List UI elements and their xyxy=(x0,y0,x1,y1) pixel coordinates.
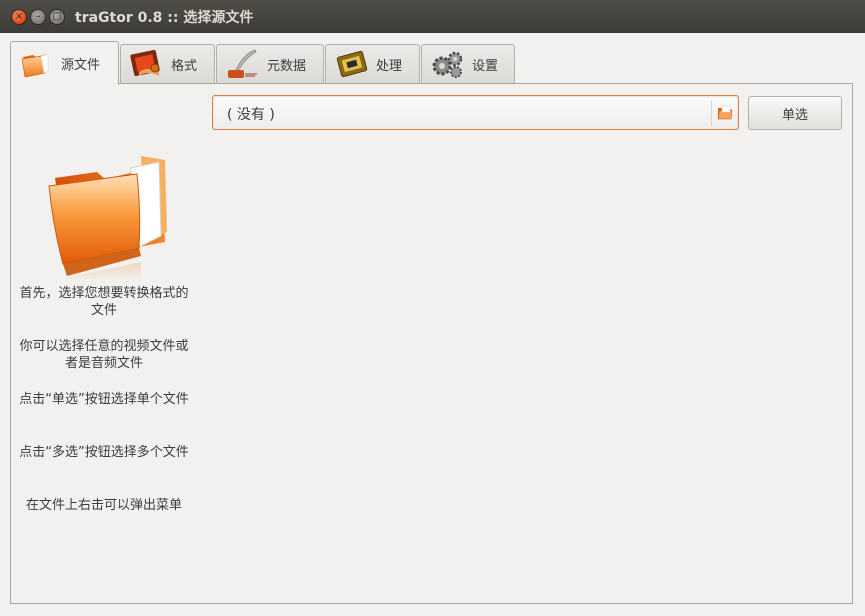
gears-icon xyxy=(432,51,463,78)
tab-metadata-label: 元数据 xyxy=(267,58,307,74)
tab-metadata[interactable]: 元数据 xyxy=(216,44,324,83)
entry-separator xyxy=(711,100,712,126)
help-text-2: 你可以选择任意的视频文件或者是音频文件 xyxy=(19,339,189,371)
help-text-1: 首先，选择您想要转换格式的文件 xyxy=(19,286,189,318)
close-button[interactable]: × xyxy=(11,9,27,25)
chip-icon xyxy=(336,50,368,78)
help-text-5: 在文件上右击可以弹出菜单 xyxy=(25,498,182,513)
help-text-4: 点击“多选”按钮选择多个文件 xyxy=(19,445,189,460)
single-select-button[interactable]: 单选 xyxy=(748,96,842,130)
minimize-button[interactable]: – xyxy=(30,9,46,25)
open-folder-icon[interactable] xyxy=(716,104,734,122)
maximize-button[interactable]: □ xyxy=(49,9,65,25)
tab-source[interactable]: 源文件 xyxy=(10,41,119,85)
tab-process[interactable]: 处理 xyxy=(325,44,420,83)
tab-settings[interactable]: 设置 xyxy=(421,44,515,83)
close-icon: × xyxy=(14,11,24,22)
file-chooser-value: ( 没有 ) xyxy=(227,107,275,123)
help-text-3: 点击“单选”按钮选择单个文件 xyxy=(19,392,189,407)
maximize-icon: □ xyxy=(52,11,62,22)
file-chooser-entry[interactable]: ( 没有 ) xyxy=(212,95,739,130)
tab-settings-label: 设置 xyxy=(472,58,499,74)
folder-icon xyxy=(48,156,167,282)
tab-source-label: 源文件 xyxy=(61,58,101,73)
tab-process-label: 处理 xyxy=(376,58,403,74)
minimize-icon: – xyxy=(35,11,41,22)
title-bar: × – □ traGtor 0.8 :: 选择源文件 xyxy=(0,0,865,33)
tab-format-label: 格式 xyxy=(171,58,198,74)
folder-icon xyxy=(21,53,49,77)
window-title: traGtor 0.8 :: 选择源文件 xyxy=(75,10,254,26)
quill-pen-icon xyxy=(228,49,257,78)
film-icon xyxy=(130,49,160,77)
tab-format[interactable]: 格式 xyxy=(120,44,215,83)
